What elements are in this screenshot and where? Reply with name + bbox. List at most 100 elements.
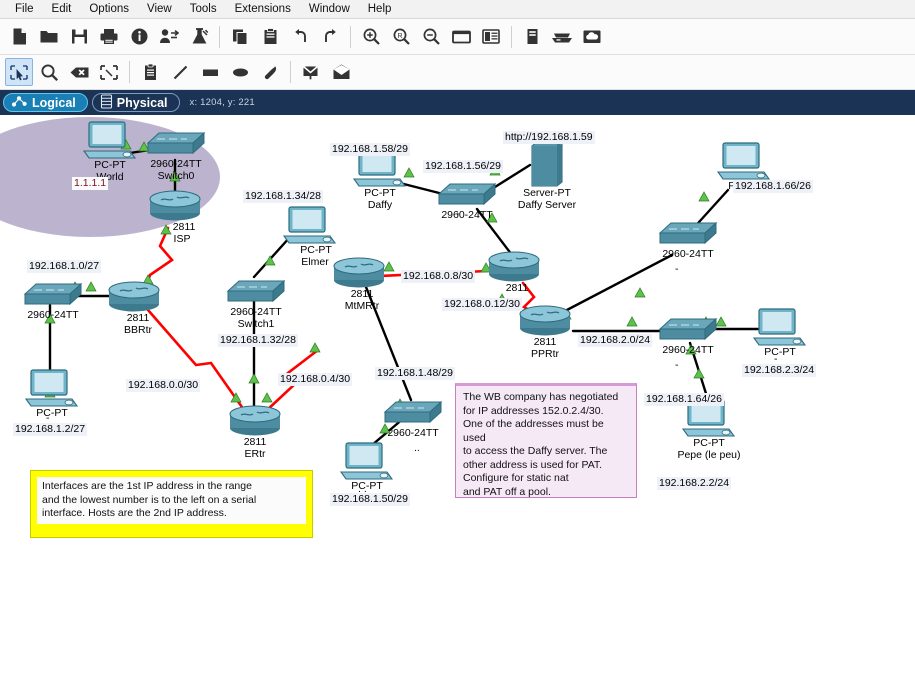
cloud-view-icon[interactable] [578, 23, 606, 51]
menu-tools[interactable]: Tools [181, 2, 226, 16]
label-net-daffy-pc: 192.168.1.58/29 [330, 143, 410, 156]
undo-icon[interactable] [286, 23, 314, 51]
router-icon [108, 281, 160, 312]
device-label-model: 2960-24TT [662, 344, 714, 356]
tab-physical-label: Physical [116, 95, 168, 110]
device-label-model: PC-PT [36, 407, 68, 419]
device-pc-left[interactable]: PC-PT [20, 368, 84, 420]
menu-file[interactable]: File [6, 2, 43, 16]
note-line: and PAT off a pool. [463, 485, 551, 498]
note-interfaces[interactable]: Interfaces are the 1st IP address in the… [30, 470, 313, 538]
device-switch0[interactable]: 2960-24TT Switch0 [143, 129, 209, 182]
note-line: One of the addresses must be used [463, 418, 604, 444]
device-label-model: 2960-24TT [230, 306, 282, 318]
device-label-model: 2960-24TT [27, 309, 79, 321]
device-label-model: 2960-24TT [662, 248, 714, 260]
zoom-reset-icon[interactable]: R [387, 23, 415, 51]
main-toolbar: R [0, 19, 915, 55]
label-net-left-lan: 192.168.1.0/27 [27, 260, 102, 273]
toolbar-separator [129, 61, 130, 83]
save-icon[interactable] [65, 23, 93, 51]
note-line: for IP addresses 152.0.2.4/30. [463, 404, 604, 417]
logical-workspace[interactable]: PC-PT World 2960-24TT Switch0 2811 ISP 2… [0, 115, 915, 688]
switch-icon [437, 182, 497, 206]
copy-icon[interactable] [226, 23, 254, 51]
zoom-in-icon[interactable] [357, 23, 385, 51]
note-pad-icon[interactable] [136, 58, 164, 86]
menu-help[interactable]: Help [359, 2, 401, 16]
note-interfaces-body: Interfaces are the 1st IP address in the… [37, 477, 306, 524]
label-dash-bottom: .. [414, 442, 420, 454]
device-router-bbrtr[interactable]: 2811 BBRtr [105, 279, 163, 336]
device-switch-daffy[interactable]: 2960-24TT [434, 180, 500, 222]
pc-icon [339, 442, 394, 480]
label-net-upright-lan: 192.168.1.64/26 [644, 393, 724, 406]
palette-window-icon[interactable] [447, 23, 475, 51]
network-info-icon[interactable] [155, 23, 183, 51]
rack-stack-icon [100, 93, 113, 112]
draw-rectangle-icon[interactable] [196, 58, 224, 86]
device-switch-right[interactable]: 2960-24TT [655, 315, 721, 357]
switch-icon [658, 221, 718, 245]
open-folder-icon[interactable] [35, 23, 63, 51]
delete-x-icon[interactable] [65, 58, 93, 86]
menu-view[interactable]: View [138, 2, 181, 16]
label-net-bbrtr-ertr: 192.168.0.0/30 [126, 379, 201, 392]
print-icon[interactable] [95, 23, 123, 51]
user-profile-icon[interactable] [477, 23, 505, 51]
device-label-hostname: ERtr [244, 447, 266, 460]
device-pc-right[interactable]: PC-PT [748, 307, 812, 359]
tab-logical[interactable]: Logical [3, 93, 88, 112]
menu-extensions[interactable]: Extensions [226, 2, 300, 16]
flask-icon[interactable] [185, 23, 213, 51]
tab-physical[interactable]: Physical [91, 93, 180, 112]
label-net-daffy-lan: 192.168.1.56/29 [423, 160, 503, 173]
draw-ellipse-icon[interactable] [226, 58, 254, 86]
device-router-mtmrtr[interactable]: 2811 MtMRtr [330, 255, 388, 312]
device-label-model: PC-PT [364, 187, 396, 199]
device-router-ertr[interactable]: 2811 ERtr [226, 403, 284, 460]
device-router-isp[interactable]: 2811 ISP [146, 188, 204, 245]
inspect-magnifier-icon[interactable] [35, 58, 63, 86]
device-router-pprtr[interactable]: 2811 PPRtr [516, 303, 574, 360]
note-nat-requirements[interactable]: The WB company has negotiated for IP add… [455, 383, 637, 498]
new-file-icon[interactable] [5, 23, 33, 51]
rack-view-icon[interactable] [548, 23, 576, 51]
device-label-model: 2960-24TT [441, 209, 493, 221]
label-dash-upright: - [675, 263, 679, 275]
simple-pdu-icon[interactable] [297, 58, 325, 86]
tab-logical-label: Logical [32, 95, 76, 110]
resize-marquee-icon[interactable] [95, 58, 123, 86]
toolbar-separator [219, 25, 220, 48]
device-switch1[interactable]: 2960-24TT Switch1 [223, 277, 289, 330]
svg-text:R: R [397, 33, 402, 40]
select-tool-icon[interactable] [5, 58, 33, 86]
note-line: Configure for static nat [463, 472, 569, 484]
view-tab-bar: Logical Physical x: 1204, y: 221 [0, 90, 915, 115]
device-switch-upright[interactable]: 2960-24TT [655, 219, 721, 261]
switch-icon [658, 317, 718, 341]
custom-devices-icon[interactable] [518, 23, 546, 51]
device-pc-world[interactable]: PC-PT World [78, 120, 142, 183]
draw-line-icon[interactable] [166, 58, 194, 86]
pc-icon [752, 308, 807, 346]
device-switch-bottom[interactable]: 2960-24TT [380, 398, 446, 440]
menu-options[interactable]: Options [80, 2, 138, 16]
complex-pdu-icon[interactable] [327, 58, 355, 86]
device-label-hostname: PPRtr [530, 347, 559, 360]
toolbar-separator [350, 25, 351, 48]
menu-edit[interactable]: Edit [43, 2, 81, 16]
draw-freeform-icon[interactable] [256, 58, 284, 86]
redo-icon[interactable] [316, 23, 344, 51]
device-pc-pepe[interactable]: PC-PT Pepe (le peu) [677, 398, 741, 461]
paste-icon[interactable] [256, 23, 284, 51]
device-pc-daffy[interactable]: PC-PT Daffy [348, 148, 412, 211]
menu-window[interactable]: Window [300, 2, 359, 16]
note-line: The WB company has negotiated [463, 391, 619, 403]
device-router-mid[interactable]: 2811 [485, 249, 543, 295]
zoom-out-icon[interactable] [417, 23, 445, 51]
device-server-daffy[interactable]: Server-PT Daffy Server [515, 140, 579, 211]
activity-wizard-icon[interactable] [125, 23, 153, 51]
device-switch-left[interactable]: 2960-24TT [20, 280, 86, 322]
note-nat-body: The WB company has negotiated for IP add… [456, 386, 636, 504]
